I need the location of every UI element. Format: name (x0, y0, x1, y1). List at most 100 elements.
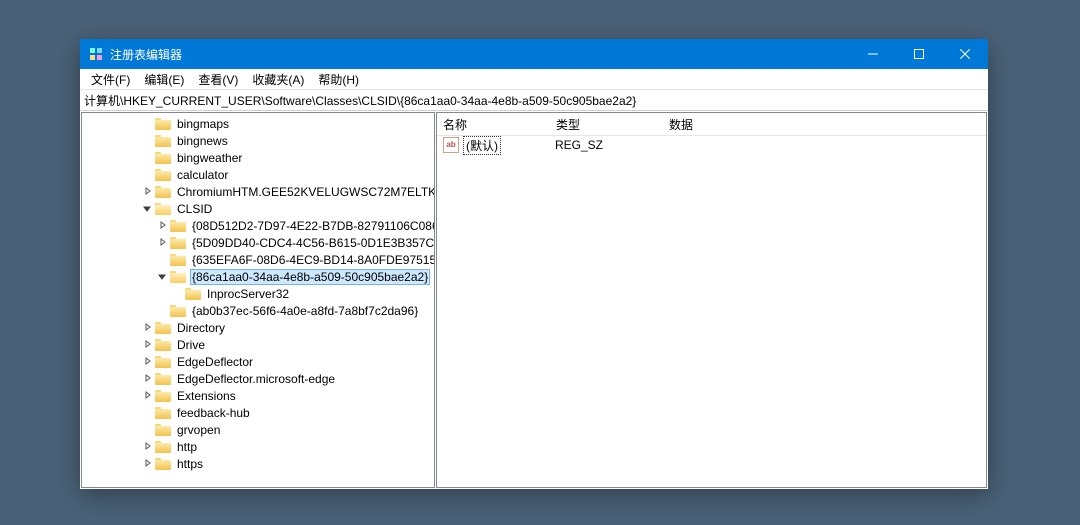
folder-icon (155, 440, 171, 453)
tree-item-label: https (175, 456, 205, 472)
tree-item[interactable]: InprocServer32 (82, 285, 434, 302)
tree-item-label: CLSID (175, 201, 214, 217)
values-pane[interactable]: 名称 类型 数据 ab(默认) REG_SZ (436, 112, 987, 488)
tree-item[interactable]: CLSID (82, 200, 434, 217)
chevron-right-icon[interactable] (142, 339, 153, 350)
folder-icon (155, 151, 171, 164)
tree-item-label: bingmaps (175, 116, 231, 132)
chevron-right-icon[interactable] (157, 220, 168, 231)
tree-item[interactable]: Directory (82, 319, 434, 336)
folder-icon (155, 355, 171, 368)
titlebar[interactable]: 注册表编辑器 (80, 39, 988, 69)
window-buttons (850, 39, 988, 69)
folder-icon (170, 253, 186, 266)
tree-pane[interactable]: bingmapsbingnewsbingweathercalculatorChr… (81, 112, 435, 488)
column-data[interactable]: 数据 (663, 113, 986, 136)
chevron-down-icon[interactable] (142, 203, 153, 214)
tree-item[interactable]: grvopen (82, 421, 434, 438)
folder-icon (185, 287, 201, 300)
value-type: REG_SZ (549, 137, 661, 153)
chevron-right-icon[interactable] (142, 458, 153, 469)
minimize-button[interactable] (850, 39, 896, 69)
chevron-right-icon[interactable] (142, 322, 153, 333)
close-button[interactable] (942, 39, 988, 69)
folder-icon (170, 219, 186, 232)
tree-item-label: grvopen (175, 422, 222, 438)
body: bingmapsbingnewsbingweathercalculatorChr… (80, 111, 988, 489)
menu-view[interactable]: 查看(V) (191, 69, 245, 90)
tree-item-label: feedback-hub (175, 405, 252, 421)
tree-item-label: {635EFA6F-08D6-4EC9-BD14-8A0FDE975159} (190, 252, 434, 268)
column-name[interactable]: 名称 (437, 113, 550, 136)
folder-icon (170, 270, 186, 283)
tree-item[interactable]: https (82, 455, 434, 472)
tree-item[interactable]: calculator (82, 166, 434, 183)
folder-icon (155, 117, 171, 130)
chevron-right-icon[interactable] (142, 441, 153, 452)
chevron-right-icon[interactable] (142, 390, 153, 401)
folder-icon (155, 389, 171, 402)
tree-item[interactable]: bingweather (82, 149, 434, 166)
tree-item[interactable]: {5D09DD40-CDC4-4C56-B615-0D1E3B357C2B} (82, 234, 434, 251)
tree-item[interactable]: {635EFA6F-08D6-4EC9-BD14-8A0FDE975159} (82, 251, 434, 268)
tree-item[interactable]: {08D512D2-7D97-4E22-B7DB-82791106C086} (82, 217, 434, 234)
address-text: 计算机\HKEY_CURRENT_USER\Software\Classes\C… (84, 92, 636, 109)
tree-item-label: {86ca1aa0-34aa-4e8b-a509-50c905bae2a2} (190, 269, 430, 285)
tree-item-label: ChromiumHTM.GEE52KVELUGWSC72M7ELTKLFVI (175, 184, 434, 200)
tree-item[interactable]: bingmaps (82, 115, 434, 132)
chevron-down-icon[interactable] (157, 271, 168, 282)
values-header: 名称 类型 数据 (437, 113, 986, 136)
folder-icon (155, 406, 171, 419)
folder-icon (170, 304, 186, 317)
string-value-icon: ab (443, 137, 459, 153)
folder-icon (155, 134, 171, 147)
tree-item-label: http (175, 439, 199, 455)
tree-item[interactable]: Drive (82, 336, 434, 353)
value-row[interactable]: ab(默认) REG_SZ (437, 136, 986, 154)
tree-item[interactable]: Extensions (82, 387, 434, 404)
tree-item[interactable]: EdgeDeflector.microsoft-edge (82, 370, 434, 387)
values-rows: ab(默认) REG_SZ (437, 136, 986, 487)
tree-item[interactable]: bingnews (82, 132, 434, 149)
tree-item[interactable]: EdgeDeflector (82, 353, 434, 370)
address-bar[interactable]: 计算机\HKEY_CURRENT_USER\Software\Classes\C… (80, 90, 988, 111)
chevron-right-icon[interactable] (157, 237, 168, 248)
tree-item[interactable]: ChromiumHTM.GEE52KVELUGWSC72M7ELTKLFVI (82, 183, 434, 200)
tree-item-label: InprocServer32 (205, 286, 291, 302)
folder-icon (155, 321, 171, 334)
tree-item[interactable]: http (82, 438, 434, 455)
tree-item[interactable]: feedback-hub (82, 404, 434, 421)
maximize-button[interactable] (896, 39, 942, 69)
tree-item-label: bingnews (175, 133, 230, 149)
registry-tree: bingmapsbingnewsbingweathercalculatorChr… (82, 113, 434, 474)
menubar: 文件(F) 编辑(E) 查看(V) 收藏夹(A) 帮助(H) (80, 69, 988, 90)
menu-file[interactable]: 文件(F) (84, 69, 137, 90)
tree-item-label: bingweather (175, 150, 244, 166)
folder-icon (155, 168, 171, 181)
folder-icon (155, 457, 171, 470)
tree-item-label: {ab0b37ec-56f6-4a0e-a8fd-7a8bf7c2da96} (190, 303, 420, 319)
tree-item-label: Drive (175, 337, 207, 353)
tree-item-label: Extensions (175, 388, 238, 404)
menu-favorites[interactable]: 收藏夹(A) (245, 69, 311, 90)
folder-icon (155, 423, 171, 436)
menu-edit[interactable]: 编辑(E) (137, 69, 191, 90)
tree-item[interactable]: {86ca1aa0-34aa-4e8b-a509-50c905bae2a2} (82, 268, 434, 285)
regedit-window: 注册表编辑器 文件(F) 编辑(E) 查看(V) 收藏夹(A) 帮助(H) 计算… (80, 39, 988, 489)
tree-item-label: {08D512D2-7D97-4E22-B7DB-82791106C086} (190, 218, 434, 234)
folder-icon (170, 236, 186, 249)
chevron-right-icon[interactable] (142, 373, 153, 384)
chevron-right-icon[interactable] (142, 186, 153, 197)
folder-icon (155, 185, 171, 198)
folder-icon (155, 338, 171, 351)
folder-icon (155, 202, 171, 215)
column-type[interactable]: 类型 (550, 113, 663, 136)
window-title: 注册表编辑器 (110, 46, 850, 63)
value-name: (默认) (463, 136, 501, 155)
menu-help[interactable]: 帮助(H) (311, 69, 366, 90)
tree-item[interactable]: {ab0b37ec-56f6-4a0e-a8fd-7a8bf7c2da96} (82, 302, 434, 319)
folder-icon (155, 372, 171, 385)
value-data (661, 144, 986, 146)
chevron-right-icon[interactable] (142, 356, 153, 367)
tree-item-label: Directory (175, 320, 227, 336)
